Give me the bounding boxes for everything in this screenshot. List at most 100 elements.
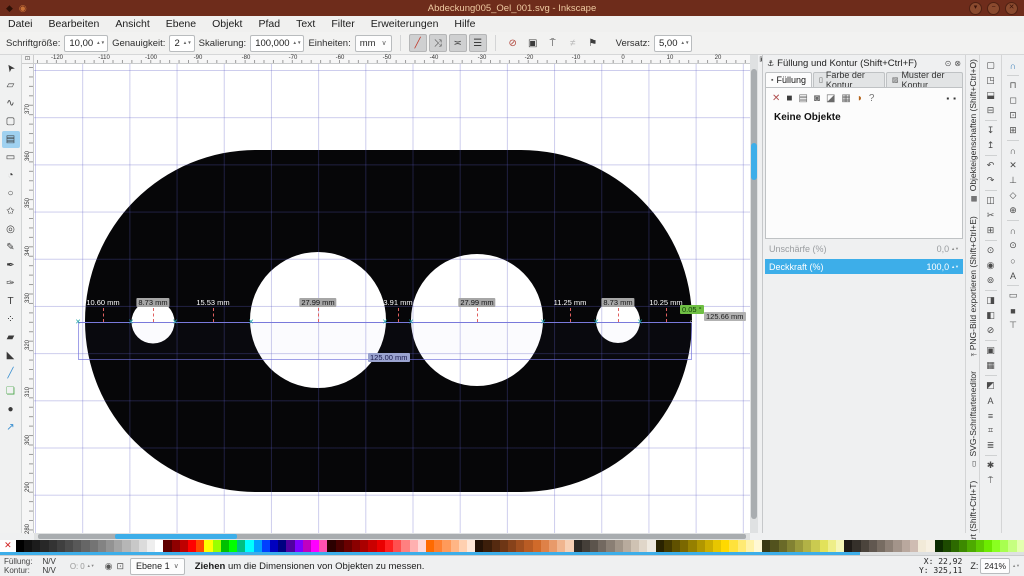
palette-swatch[interactable]: [180, 540, 188, 552]
menu-datei[interactable]: Datei: [0, 16, 41, 32]
layer-visibility-icon[interactable]: ◉: [105, 561, 113, 572]
palette-swatch[interactable]: [221, 540, 229, 552]
hscroll-view-indicator[interactable]: [115, 534, 237, 539]
palette-swatch[interactable]: [861, 540, 869, 552]
phantom-measure-toggle[interactable]: ⤨: [429, 34, 447, 52]
document-save-icon[interactable]: ⬓: [983, 88, 999, 103]
palette-swatch[interactable]: [787, 540, 795, 552]
palette-swatch[interactable]: [303, 540, 311, 552]
snap-bbox-corners-icon[interactable]: ⊡: [1005, 108, 1021, 123]
zoom-page-icon[interactable]: ⊚: [983, 273, 999, 288]
pencil-tool[interactable]: ✎: [2, 239, 20, 256]
scale-spinner[interactable]: 100,000▲▼: [250, 35, 304, 52]
palette-swatch[interactable]: [385, 540, 393, 552]
palette-swatch[interactable]: [459, 540, 467, 552]
fill-stroke-values[interactable]: N/V N/V: [42, 557, 55, 575]
palette-swatch[interactable]: [738, 540, 746, 552]
eraser-tool[interactable]: ▰: [2, 329, 20, 346]
text-tool[interactable]: T: [2, 293, 20, 310]
dialog-align-icon[interactable]: ≡: [983, 408, 999, 423]
spinner-arrows-icon[interactable]: ▲▼: [951, 247, 959, 251]
mesh-icon[interactable]: ◗: [857, 93, 863, 104]
dialog-xml-icon[interactable]: ⌗: [983, 423, 999, 438]
palette-swatch[interactable]: [229, 540, 237, 552]
palette-swatch[interactable]: [697, 540, 705, 552]
palette-swatch[interactable]: [729, 540, 737, 552]
canvas[interactable]: 10.60 mm8.73 mm15.53 mm27.99 mm3.91 mm27…: [34, 64, 750, 533]
gradient-tool[interactable]: ❏: [2, 383, 20, 400]
palette-swatch[interactable]: [910, 540, 918, 552]
spinner-arrows-icon[interactable]: ▲▼: [183, 41, 192, 45]
palette-swatch[interactable]: [672, 540, 680, 552]
fill-rule-evenodd-icon[interactable]: ▪: [946, 94, 949, 103]
snap-enable-icon[interactable]: ∩: [1005, 58, 1021, 73]
font-size-spinner[interactable]: 10,00▲▼: [64, 35, 108, 52]
snap-bbox-edges-icon[interactable]: ◻: [1005, 93, 1021, 108]
palette-swatch[interactable]: [172, 540, 180, 552]
palette-swatch[interactable]: [918, 540, 926, 552]
tweak-tool[interactable]: ∿: [2, 95, 20, 112]
vertical-scrollbar[interactable]: [750, 55, 758, 533]
palette-swatch[interactable]: [631, 540, 639, 552]
palette-swatch[interactable]: [877, 540, 885, 552]
palette-swatch[interactable]: [976, 540, 984, 552]
dialog-layers-icon[interactable]: ≣: [983, 438, 999, 453]
palette-swatch[interactable]: [959, 540, 967, 552]
palette-swatch[interactable]: [935, 540, 943, 552]
palette-swatch[interactable]: [32, 540, 40, 552]
horizontal-ruler[interactable]: -120-110-100-90-80-70-60-50-40-30-20-100…: [34, 55, 750, 64]
palette-swatch[interactable]: [565, 540, 573, 552]
spinner-arrows-icon[interactable]: ▲▼: [951, 265, 959, 269]
snap-nodes-icon[interactable]: ∩: [1005, 143, 1021, 158]
palette-swatch[interactable]: [311, 540, 319, 552]
palette-swatch[interactable]: [811, 540, 819, 552]
to-guides-button[interactable]: ⍑: [544, 34, 562, 52]
palette-swatch[interactable]: [992, 540, 1000, 552]
rectangle-tool[interactable]: ▭: [2, 149, 20, 166]
palette-swatch[interactable]: [688, 540, 696, 552]
preferences-icon[interactable]: ✱: [983, 458, 999, 473]
palette-swatch[interactable]: [606, 540, 614, 552]
menu-text[interactable]: Text: [288, 16, 323, 32]
snap-bbox-icon[interactable]: ⊓: [1005, 78, 1021, 93]
zoom-control[interactable]: Z: 241% ▲▼: [970, 558, 1020, 574]
spinner-arrows-icon[interactable]: ▲▼: [96, 41, 105, 45]
palette-swatch[interactable]: [401, 540, 409, 552]
palette-swatch[interactable]: [1017, 540, 1024, 552]
reverse-measure-button[interactable]: ⊘: [504, 34, 522, 52]
palette-swatch[interactable]: [508, 540, 516, 552]
snap-midpoints-icon[interactable]: ⊕: [1005, 203, 1021, 218]
title-bar[interactable]: ◆ ◉ Abdeckung005_Oel_001.svg - Inkscape …: [0, 0, 1024, 16]
palette-swatch[interactable]: [943, 540, 951, 552]
palette-swatch[interactable]: [746, 540, 754, 552]
palette-swatch[interactable]: [803, 540, 811, 552]
snap-grid-icon[interactable]: ■: [1005, 303, 1021, 318]
redo-icon[interactable]: ↷: [983, 173, 999, 188]
palette-swatch[interactable]: [254, 540, 262, 552]
fill-rule-nonzero-icon[interactable]: ▪: [953, 94, 956, 103]
vscroll-view-indicator[interactable]: [751, 143, 757, 180]
menu-filter[interactable]: Filter: [323, 16, 362, 32]
palette-swatch[interactable]: [1000, 540, 1008, 552]
palette-swatch[interactable]: [615, 540, 623, 552]
swatch-icon[interactable]: ▦: [841, 93, 850, 104]
palette-swatch[interactable]: [680, 540, 688, 552]
menu-pfad[interactable]: Pfad: [250, 16, 288, 32]
spinner-arrows-icon[interactable]: ▲▼: [1012, 564, 1020, 568]
vscroll-thumb[interactable]: [751, 69, 757, 519]
connector-tool[interactable]: ↗: [2, 419, 20, 436]
measure-between-toggle[interactable]: ≍: [449, 34, 467, 52]
palette-swatch[interactable]: [828, 540, 836, 552]
palette-swatch[interactable]: [16, 540, 24, 552]
palette-swatch[interactable]: [262, 540, 270, 552]
palette-swatch[interactable]: [836, 540, 844, 552]
palette-swatch[interactable]: [90, 540, 98, 552]
dock-tab-png-export[interactable]: ⤓PNG-Bild exportieren (Shift+Ctrl+E): [968, 216, 978, 356]
snap-rotation-center-icon[interactable]: ○: [1005, 253, 1021, 268]
palette-swatch[interactable]: [721, 540, 729, 552]
menu-hilfe[interactable]: Hilfe: [446, 16, 483, 32]
palette-swatch[interactable]: [779, 540, 787, 552]
palette-swatch[interactable]: [762, 540, 770, 552]
palette-swatch[interactable]: [524, 540, 532, 552]
linear-gradient-icon[interactable]: ▤: [798, 93, 807, 104]
